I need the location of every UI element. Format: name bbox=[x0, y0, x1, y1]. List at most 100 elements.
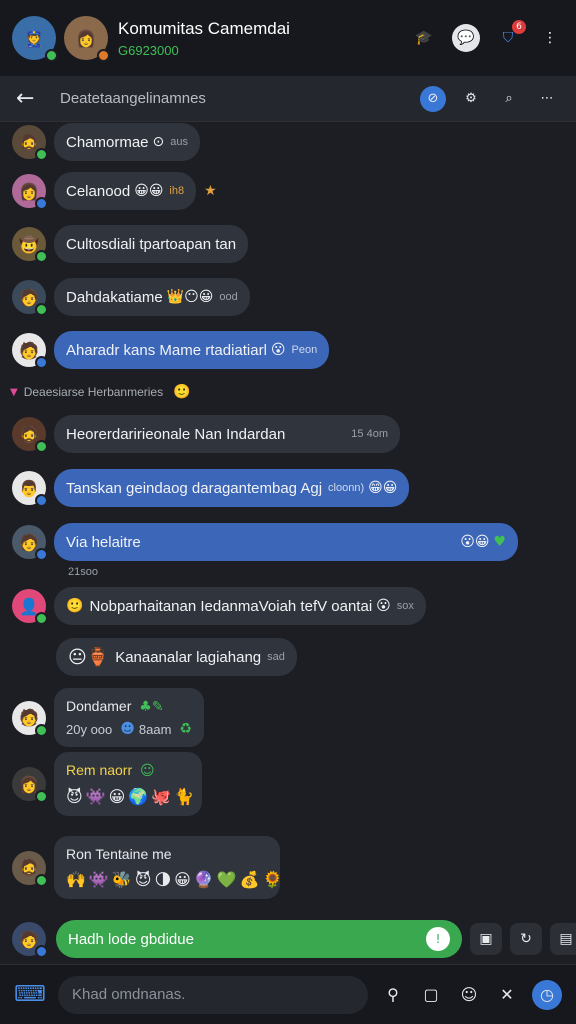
list-item: 👩 Celanood 😀😀 ih8 ★ bbox=[12, 172, 217, 210]
emoji-icon: ☻ bbox=[120, 721, 135, 737]
emoji-picker-icon[interactable]: ☺ bbox=[456, 982, 482, 1008]
gif-icon[interactable]: ✕ bbox=[494, 982, 520, 1008]
card-title-text: Dondamer bbox=[66, 698, 132, 714]
avatar[interactable]: 🤠 bbox=[12, 227, 48, 263]
message-bubble[interactable]: 😐🏺 Kanaanalar lagiahang sad bbox=[56, 638, 297, 676]
avatar[interactable]: 👨 bbox=[12, 471, 48, 507]
list-item: 🧔 Chamormae ⊙ aus bbox=[12, 123, 201, 161]
graduation-cap-icon[interactable]: 🎓 bbox=[410, 24, 438, 52]
avatar[interactable]: 👩 bbox=[64, 16, 110, 62]
compose-row: 🧑 Hadh lode gbdidue ! ▣ ↻ ▤ bbox=[12, 920, 576, 958]
more-vertical-icon[interactable]: ⋮ bbox=[536, 24, 564, 52]
message-meta: aus bbox=[170, 136, 189, 148]
message-bubble[interactable]: Via helaitre 😮😀 ♥ bbox=[54, 523, 518, 561]
emoji-icon[interactable]: 😈 bbox=[66, 787, 83, 806]
refresh-icon[interactable]: ↻ bbox=[510, 923, 542, 955]
avatar[interactable]: 🧑 bbox=[12, 280, 48, 316]
card-meta: 20y ooo ☻ 8aam ♻ bbox=[66, 721, 192, 737]
page-subtitle: G6923000 bbox=[118, 42, 179, 58]
avatar[interactable]: 🧑 bbox=[12, 700, 48, 737]
message-text: Dahdakatiame bbox=[66, 288, 163, 306]
emoji-icon[interactable]: 🌻 bbox=[263, 870, 283, 889]
chat-icon[interactable]: 💬 bbox=[452, 24, 480, 52]
message-text: Celanood bbox=[66, 182, 131, 200]
settings-icon[interactable]: ⚙ bbox=[458, 86, 484, 112]
avatar[interactable]: 🧔 bbox=[12, 850, 48, 887]
message-bubble[interactable]: Dahdakatiame 👑😶😀 ood bbox=[54, 278, 250, 316]
title-block: Komumitas Camemdai G6923000 bbox=[118, 19, 410, 58]
pin-icon[interactable]: ! bbox=[426, 927, 450, 951]
message-meta: cloonn) bbox=[328, 482, 365, 494]
person-icon: 🤠 bbox=[19, 234, 39, 254]
emoji-icon: 😮 bbox=[270, 342, 286, 358]
emoji-icon: 😐🏺 bbox=[68, 646, 110, 668]
emoji-icon[interactable]: 🐙 bbox=[151, 787, 171, 806]
list-item: 🧑 Dahdakatiame 👑😶😀 ood bbox=[12, 278, 250, 316]
message-bubble[interactable]: Tanskan geindaog daragantembag Agj cloon… bbox=[54, 469, 410, 507]
message-card[interactable]: Rem naorr ☺ 😈 👾 😀 🌍 🐙 🐈 bbox=[54, 752, 202, 816]
status-badge bbox=[45, 49, 58, 62]
image-icon[interactable]: ▢ bbox=[418, 982, 444, 1008]
emoji-icon[interactable]: 🌍 bbox=[128, 787, 148, 806]
avatar[interactable]: 🧑 bbox=[12, 922, 48, 958]
emoji-icon[interactable]: 👾 bbox=[86, 787, 106, 806]
emoji-icon[interactable]: 🌗 bbox=[154, 870, 171, 889]
link-icon[interactable]: ⊘ bbox=[420, 85, 446, 112]
person-icon: 👨 bbox=[19, 478, 39, 498]
draft-message-text: Hadh lode gbdidue bbox=[68, 930, 194, 948]
card-meta-text: 20y ooo bbox=[66, 721, 113, 737]
message-bubble[interactable]: Cultosdiali tpartoapan tan bbox=[54, 225, 249, 263]
avatar[interactable]: 👤 bbox=[12, 589, 48, 625]
emoji-icon[interactable]: 🐝 bbox=[112, 870, 132, 889]
clock-icon[interactable]: ◷ bbox=[532, 979, 562, 1010]
avatar[interactable]: 🧔 bbox=[12, 125, 48, 161]
avatar[interactable]: 👩 bbox=[12, 767, 48, 803]
avatar[interactable]: 👮 bbox=[12, 16, 58, 62]
draft-message-button[interactable]: Hadh lode gbdidue ! bbox=[56, 920, 462, 958]
message-bubble[interactable]: Chamormae ⊙ aus bbox=[54, 123, 201, 161]
person-icon: 🧑 bbox=[19, 340, 39, 360]
message-card[interactable]: Dondamer ♣✎ 20y ooo ☻ 8aam ♻ bbox=[54, 688, 204, 747]
message-bubble[interactable]: Aharadr kans Mame rtadiatiarl 😮 Peon bbox=[54, 331, 330, 369]
message-bubble[interactable]: Celanood 😀😀 ih8 bbox=[54, 172, 197, 210]
avatar[interactable]: 🧑 bbox=[12, 333, 48, 369]
arrow-left-icon[interactable]: ← bbox=[16, 86, 46, 111]
message-input[interactable]: Khad omdnanas. bbox=[58, 975, 368, 1014]
list-item: 🧑 Dondamer ♣✎ 20y ooo ☻ 8aam ♻ bbox=[12, 688, 204, 747]
link-icon[interactable]: ⚲ bbox=[380, 982, 406, 1008]
list-item: 👩 Rem naorr ☺ 😈 👾 😀 🌍 🐙 🐈 bbox=[12, 752, 202, 816]
list-item: 👨 Tanskan geindaog daragantembag Agj clo… bbox=[12, 469, 410, 507]
star-icon: ★ bbox=[204, 183, 217, 199]
emoji-icon[interactable]: 💰 bbox=[240, 870, 260, 889]
more-horizontal-icon[interactable]: ⋯ bbox=[534, 86, 560, 112]
search-icon[interactable]: ⌕ bbox=[496, 86, 522, 112]
avatar[interactable]: 🧑 bbox=[12, 525, 48, 561]
message-bubble[interactable]: 🙂 Nobparhaitanan IedanmaVoiah tefV oanta… bbox=[54, 587, 426, 625]
emoji-icon[interactable]: 🐈 bbox=[174, 787, 194, 806]
message-card[interactable]: Ron Tentaine me 🙌 👾 🐝 😈 🌗 😀 🔮 💚 💰 🌻 bbox=[54, 836, 283, 899]
square-icon[interactable]: ▣ bbox=[470, 923, 502, 955]
avatar[interactable]: 🧔 bbox=[12, 417, 48, 453]
emoji-icon[interactable]: 🔮 bbox=[194, 870, 214, 889]
avatar[interactable]: 👩 bbox=[12, 174, 48, 210]
clipboard-icon[interactable]: ▤ bbox=[550, 923, 576, 955]
emoji-icon[interactable]: 🙌 bbox=[66, 870, 86, 889]
emoji-icon[interactable]: 💚 bbox=[217, 870, 237, 889]
emoji-icon[interactable]: 👾 bbox=[89, 870, 109, 889]
emoji-icon: ♣✎ bbox=[139, 699, 164, 715]
emoji-icon[interactable]: 😀 bbox=[109, 787, 126, 806]
card-title: Dondamer ♣✎ bbox=[66, 698, 192, 715]
card-meta-time: 8aam bbox=[138, 721, 172, 737]
list-item: 🧑 Via helaitre 😮😀 ♥ bbox=[12, 523, 518, 561]
person-icon: 👮 bbox=[24, 28, 44, 48]
message-meta: ood bbox=[219, 291, 238, 303]
list-item: 😐🏺 Kanaanalar lagiahang sad bbox=[56, 638, 297, 676]
status-badge bbox=[35, 356, 48, 369]
shield-icon[interactable]: ⛉ 6 bbox=[494, 20, 526, 52]
message-bubble[interactable]: Heorerdaririeonale Nan Indardan 15 4om bbox=[54, 415, 400, 453]
emoji-icon[interactable]: 😈 bbox=[135, 870, 152, 889]
keyboard-icon[interactable]: ⌨ bbox=[14, 982, 46, 1007]
notification-badge: 6 bbox=[512, 20, 526, 34]
emoji-icon[interactable]: 😀 bbox=[174, 870, 191, 889]
date-separator-label: Deaesiarse Herbanmeries bbox=[23, 385, 164, 399]
